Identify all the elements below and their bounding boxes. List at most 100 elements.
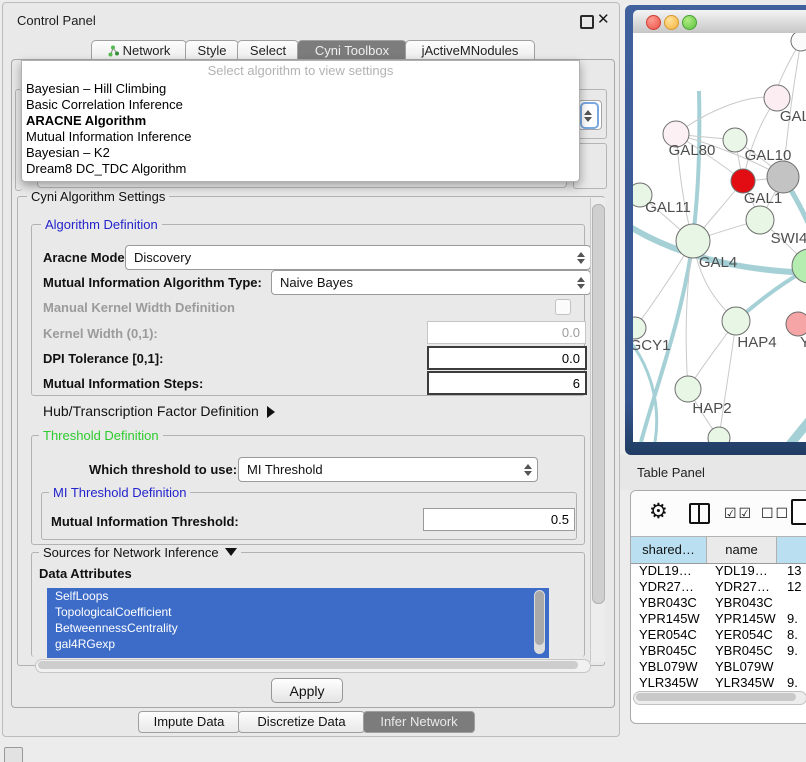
- attribute-list-item[interactable]: BetweennessCentrality: [47, 620, 549, 636]
- dpi-tolerance-field[interactable]: 0.0: [427, 346, 587, 370]
- mi-threshold-field[interactable]: 0.5: [423, 508, 575, 531]
- table-cell[interactable]: YDL19…: [631, 563, 707, 579]
- close-traffic-light[interactable]: [646, 15, 661, 30]
- tab-select[interactable]: Select: [237, 40, 299, 60]
- network-node[interactable]: [633, 317, 646, 339]
- column-header-name[interactable]: name: [707, 537, 777, 563]
- settings-vertical-scrollbar[interactable]: [590, 198, 605, 662]
- network-node[interactable]: [767, 161, 799, 193]
- table-cell[interactable]: YDL19…: [707, 563, 777, 579]
- float-window-icon[interactable]: [580, 15, 594, 29]
- gear-icon[interactable]: ⚙: [649, 499, 668, 523]
- table-cell[interactable]: YBL079W: [631, 659, 707, 675]
- table-cell[interactable]: YBR045C: [707, 643, 777, 659]
- network-edge[interactable]: [676, 97, 777, 134]
- mi-steps-field[interactable]: 6: [427, 371, 587, 395]
- table-cell[interactable]: [777, 595, 787, 611]
- tab-infer-network[interactable]: Infer Network: [363, 711, 475, 733]
- network-node[interactable]: [708, 427, 730, 442]
- algorithm-dropdown-item[interactable]: Dream8 DC_TDC Algorithm: [22, 161, 579, 177]
- algorithm-dropdown-item[interactable]: Bayesian – Hill Climbing: [22, 81, 579, 97]
- manual-kernel-checkbox[interactable]: [555, 299, 571, 315]
- scrollbar-thumb[interactable]: [636, 693, 796, 701]
- table-row[interactable]: YPR145WYPR145W9.: [631, 611, 806, 627]
- checked-boxes-icon[interactable]: ☑☑: [724, 506, 753, 522]
- hub-definition-disclosure[interactable]: Hub/Transcription Factor Definition: [43, 403, 275, 419]
- table-cell[interactable]: YBR045C: [631, 643, 707, 659]
- tab-cyni-toolbox[interactable]: Cyni Toolbox: [297, 40, 407, 60]
- mi-steps-value: 6: [573, 376, 580, 391]
- close-icon[interactable]: ✕: [597, 10, 610, 28]
- table-row[interactable]: YDR27…YDR27…12: [631, 579, 806, 595]
- new-table-icon[interactable]: [791, 499, 806, 525]
- algorithm-dropdown-item[interactable]: Mutual Information Inference: [22, 129, 579, 145]
- scrollbar-thumb[interactable]: [38, 661, 578, 669]
- tab-impute-data[interactable]: Impute Data: [138, 711, 240, 733]
- attribute-list-item[interactable]: TopologicalCoefficient: [47, 604, 549, 620]
- scrollbar-thumb[interactable]: [535, 591, 544, 645]
- table-cell[interactable]: YLR345W: [631, 675, 707, 691]
- unchecked-boxes-icon[interactable]: ☐☐: [761, 506, 790, 522]
- which-threshold-combobox[interactable]: MI Threshold: [238, 457, 538, 482]
- network-node[interactable]: [722, 307, 750, 335]
- tab-network[interactable]: Network: [91, 40, 187, 60]
- network-canvas[interactable]: GAL7GAL80GAL10GAL1GAL11SWI4GAL4GCY1HAP4Y…: [633, 33, 806, 442]
- table-cell[interactable]: [777, 659, 787, 675]
- apply-button[interactable]: Apply: [271, 678, 343, 703]
- tab-style[interactable]: Style: [185, 40, 239, 60]
- network-window-titlebar[interactable]: [633, 10, 806, 34]
- network-node[interactable]: [723, 128, 747, 152]
- attributes-list-scrollbar[interactable]: [534, 590, 545, 654]
- network-edge[interactable]: [719, 321, 736, 438]
- network-node[interactable]: [791, 33, 806, 51]
- network-node[interactable]: [786, 312, 806, 336]
- zoom-traffic-light[interactable]: [682, 15, 697, 30]
- network-node[interactable]: [675, 376, 701, 402]
- tab-discretize-data[interactable]: Discretize Data: [238, 711, 365, 733]
- table-horizontal-scrollbar[interactable]: [633, 691, 806, 705]
- column-header-shared-name[interactable]: shared…: [631, 537, 707, 563]
- table-cell[interactable]: YPR145W: [707, 611, 777, 627]
- table-cell[interactable]: 9.: [777, 611, 798, 627]
- algorithm-dropdown-item[interactable]: Basic Correlation Inference: [22, 97, 579, 113]
- split-columns-icon[interactable]: [689, 503, 710, 524]
- data-attributes-label: Data Attributes: [39, 566, 132, 581]
- algorithm-dropdown-item[interactable]: Bayesian – K2: [22, 145, 579, 161]
- tab-jactivemnodules[interactable]: jActiveMNodules: [405, 40, 535, 60]
- table-cell[interactable]: 8.: [777, 627, 798, 643]
- table-cell[interactable]: YER054C: [707, 627, 777, 643]
- attribute-list-item[interactable]: SelfLoops: [47, 588, 549, 604]
- table-cell[interactable]: YDR27…: [707, 579, 777, 595]
- table-row[interactable]: YBR043CYBR043C: [631, 595, 806, 611]
- table-cell[interactable]: YER054C: [631, 627, 707, 643]
- algorithm-dropdown-item[interactable]: ARACNE Algorithm: [22, 113, 579, 129]
- table-row[interactable]: YER054CYER054C8.: [631, 627, 806, 643]
- minimized-panel-button[interactable]: [4, 747, 23, 762]
- table-cell[interactable]: 9.: [777, 643, 798, 659]
- attribute-list-item[interactable]: gal4RGexp: [47, 636, 549, 652]
- table-cell[interactable]: YPR145W: [631, 611, 707, 627]
- column-header-cut[interactable]: [777, 537, 806, 563]
- table-cell[interactable]: 12: [777, 579, 801, 595]
- table-cell[interactable]: YBL079W: [707, 659, 777, 675]
- sources-group-title[interactable]: Sources for Network Inference: [39, 545, 241, 560]
- table-cell[interactable]: YBR043C: [707, 595, 777, 611]
- table-cell[interactable]: YBR043C: [631, 595, 707, 611]
- network-edge[interactable]: [783, 409, 806, 442]
- data-attributes-list[interactable]: SelfLoopsTopologicalCoefficientBetweenne…: [47, 588, 549, 658]
- network-node[interactable]: [676, 224, 710, 258]
- minimize-traffic-light[interactable]: [664, 15, 679, 30]
- table-row[interactable]: YBR045CYBR045C9.: [631, 643, 806, 659]
- table-cell[interactable]: 13: [777, 563, 801, 579]
- mi-type-combobox[interactable]: Naive Bayes: [271, 270, 591, 295]
- table-row[interactable]: YBL079WYBL079W: [631, 659, 806, 675]
- table-cell[interactable]: YLR345W: [707, 675, 777, 691]
- kernel-width-field[interactable]: 0.0: [427, 321, 586, 344]
- table-cell[interactable]: 9.: [777, 675, 798, 691]
- table-cell[interactable]: YDR27…: [631, 579, 707, 595]
- table-row[interactable]: YDL19…YDL19…13: [631, 563, 806, 579]
- settings-horizontal-scrollbar[interactable]: [35, 659, 591, 673]
- aracne-mode-combobox[interactable]: Discovery: [125, 245, 591, 270]
- scrollbar-thumb[interactable]: [592, 204, 605, 604]
- table-row[interactable]: YLR345WYLR345W9.: [631, 675, 806, 691]
